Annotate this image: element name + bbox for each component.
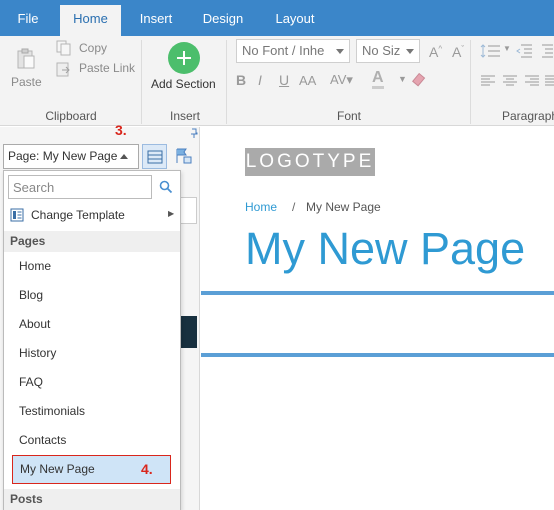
breadcrumb-home-link[interactable]: Home <box>245 200 277 214</box>
template-icon <box>10 208 24 222</box>
tab-file[interactable]: File <box>4 5 52 36</box>
line-spacing-icon[interactable] <box>480 43 502 59</box>
paragraph-group-label: Paragraph <box>502 109 554 123</box>
page-item-contacts[interactable]: Contacts <box>4 426 180 455</box>
chevron-down-icon[interactable]: ▼ <box>398 74 407 84</box>
page-canvas: LOGOTYPE Home / My New Page My New Page <box>201 127 554 510</box>
chevron-down-icon <box>406 49 414 54</box>
section-divider <box>201 353 554 357</box>
step-3-marker: 3. <box>115 122 127 138</box>
logo[interactable]: LOGOTYPE <box>245 148 375 176</box>
paste-icon <box>17 48 35 69</box>
align-right-icon[interactable] <box>524 74 540 88</box>
align-left-icon[interactable] <box>480 74 496 88</box>
add-section-button[interactable]: Add Section <box>146 38 224 94</box>
decrease-indent-icon[interactable] <box>515 43 533 59</box>
ribbon-divider <box>226 40 227 124</box>
page-selector[interactable]: Page: My New Page <box>3 144 139 169</box>
posts-header: Posts <box>4 489 180 510</box>
bold-icon[interactable]: B <box>236 72 246 88</box>
page-selector-value: Page: My New Page <box>8 149 118 163</box>
paste-link-icon <box>56 62 70 77</box>
paste-link-label: Paste Link <box>79 61 136 75</box>
chevron-right-icon: ▶ <box>168 209 175 218</box>
page-item-testimonials[interactable]: Testimonials <box>4 397 180 426</box>
character-spacing-icon[interactable]: AV▾ <box>330 72 353 88</box>
ribbon-divider <box>470 40 471 124</box>
font-family-value: No Font / Inhe <box>242 43 325 58</box>
insert-group-label: Insert <box>169 109 200 123</box>
search-input[interactable] <box>8 175 152 199</box>
step-4-marker: 4. <box>141 461 153 477</box>
breadcrumb-current: My New Page <box>306 200 381 214</box>
page-item-my-new-page[interactable]: My New Page 4. <box>12 455 171 484</box>
change-template-item[interactable]: Change Template ▶ <box>4 204 180 226</box>
search-icon[interactable] <box>159 180 173 194</box>
font-size-value: No Siz <box>362 43 401 58</box>
pin-icon[interactable] <box>190 128 198 138</box>
increase-indent-icon[interactable] <box>536 43 554 59</box>
copy-label: Copy <box>79 41 108 55</box>
font-family-select[interactable]: No Font / Inhe <box>236 39 350 63</box>
page-item-history[interactable]: History <box>4 339 180 368</box>
change-template-label: Change Template <box>31 208 125 222</box>
page-item-label: My New Page <box>20 462 95 476</box>
add-section-label: Add Section <box>151 77 216 91</box>
copy-button[interactable]: Copy <box>56 39 136 57</box>
page-item-home[interactable]: Home <box>4 252 180 281</box>
paste-button[interactable]: Paste <box>6 44 46 92</box>
tab-design[interactable]: Design <box>192 5 254 36</box>
shrink-font-icon[interactable]: Aˇ <box>452 44 464 60</box>
page-item-about[interactable]: About <box>4 310 180 339</box>
panel-dark-bar <box>180 316 197 348</box>
font-group-label: Font <box>336 109 361 123</box>
menu-bar: File Home Insert Design Layout <box>0 0 554 36</box>
underline-icon[interactable]: U <box>279 72 289 88</box>
tab-layout[interactable]: Layout <box>264 5 326 36</box>
tab-home[interactable]: Home <box>60 5 121 36</box>
tab-insert[interactable]: Insert <box>128 5 184 36</box>
paste-link-button[interactable]: Paste Link <box>56 60 138 78</box>
pages-header: Pages <box>4 231 180 252</box>
align-center-icon[interactable] <box>502 74 518 88</box>
chevron-up-icon <box>120 154 128 159</box>
grow-font-icon[interactable]: A^ <box>429 44 442 60</box>
ribbon: Paste Copy Paste Link Clipboard Add Sect… <box>0 36 554 126</box>
ribbon-divider <box>141 40 142 124</box>
panel-hidden-field <box>180 197 197 224</box>
page-item-blog[interactable]: Blog <box>4 281 180 310</box>
chevron-down-icon <box>336 49 344 54</box>
section-divider <box>201 291 554 295</box>
list-view-icon <box>147 150 163 164</box>
page-title[interactable]: My New Page <box>245 223 525 275</box>
page-item-faq[interactable]: FAQ <box>4 368 180 397</box>
change-case-icon[interactable]: AA <box>299 73 316 88</box>
justify-icon[interactable] <box>544 74 554 88</box>
clear-formatting-icon[interactable] <box>412 73 426 87</box>
font-size-select[interactable]: No Siz <box>356 39 420 63</box>
page-list-view-button[interactable] <box>142 144 167 169</box>
clipboard-group-label: Clipboard <box>45 109 97 123</box>
font-color-icon[interactable]: A <box>372 70 384 89</box>
italic-icon[interactable]: I <box>258 72 262 88</box>
chevron-down-icon[interactable]: ▼ <box>503 44 511 53</box>
page-settings-icon[interactable] <box>174 148 192 164</box>
paste-label: Paste <box>11 75 42 89</box>
page-dropdown: Change Template ▶ Pages Home Blog About … <box>3 170 181 510</box>
add-icon <box>168 42 200 74</box>
copy-icon <box>56 40 71 56</box>
breadcrumb-separator: / <box>292 200 296 214</box>
